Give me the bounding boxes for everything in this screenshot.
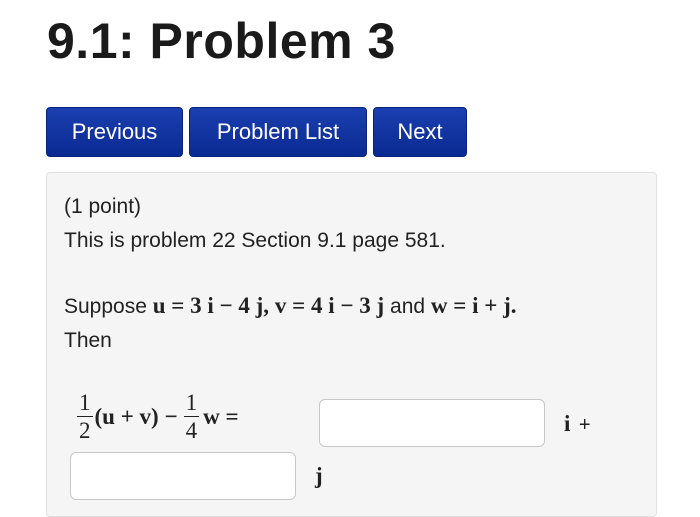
problem-statement: Suppose u = 3 i − 4 j, v = 4 i − 3 j and… <box>64 293 517 319</box>
fraction-one-quarter: 1 4 <box>183 390 200 443</box>
problem-reference: This is problem 22 Section 9.1 page 581. <box>64 229 446 252</box>
vector-w-definition: w = i + j. <box>430 293 517 318</box>
problem-panel: (1 point) This is problem 22 Section 9.1… <box>46 172 657 517</box>
page-title: 9.1: Problem 3 <box>47 13 396 69</box>
problem-list-button[interactable]: Problem List <box>189 107 367 157</box>
j-component-answer-input[interactable] <box>70 452 296 500</box>
suppose-label: Suppose <box>64 295 147 318</box>
then-label: Then <box>64 329 112 352</box>
point-value: (1 point) <box>64 195 142 218</box>
j-unit-label: j <box>315 463 323 488</box>
problem-navigation: Previous Problem List Next <box>46 107 467 157</box>
w-equals: w = <box>203 403 239 429</box>
next-button[interactable]: Next <box>373 107 467 157</box>
i-component-answer-input[interactable] <box>319 399 545 447</box>
vector-u-definition: u = 3 i − 4 j, <box>152 293 270 318</box>
sum-u-v: (u + v) − <box>94 403 178 429</box>
i-unit-label: i + <box>564 411 591 436</box>
vector-v-definition: v = 4 i − 3 j <box>274 293 385 318</box>
and-label: and <box>390 295 426 318</box>
fraction-one-half: 1 2 <box>77 390 93 443</box>
previous-button[interactable]: Previous <box>46 107 183 157</box>
expression: 1 2 (u + v) − 1 4 w = <box>77 391 239 442</box>
